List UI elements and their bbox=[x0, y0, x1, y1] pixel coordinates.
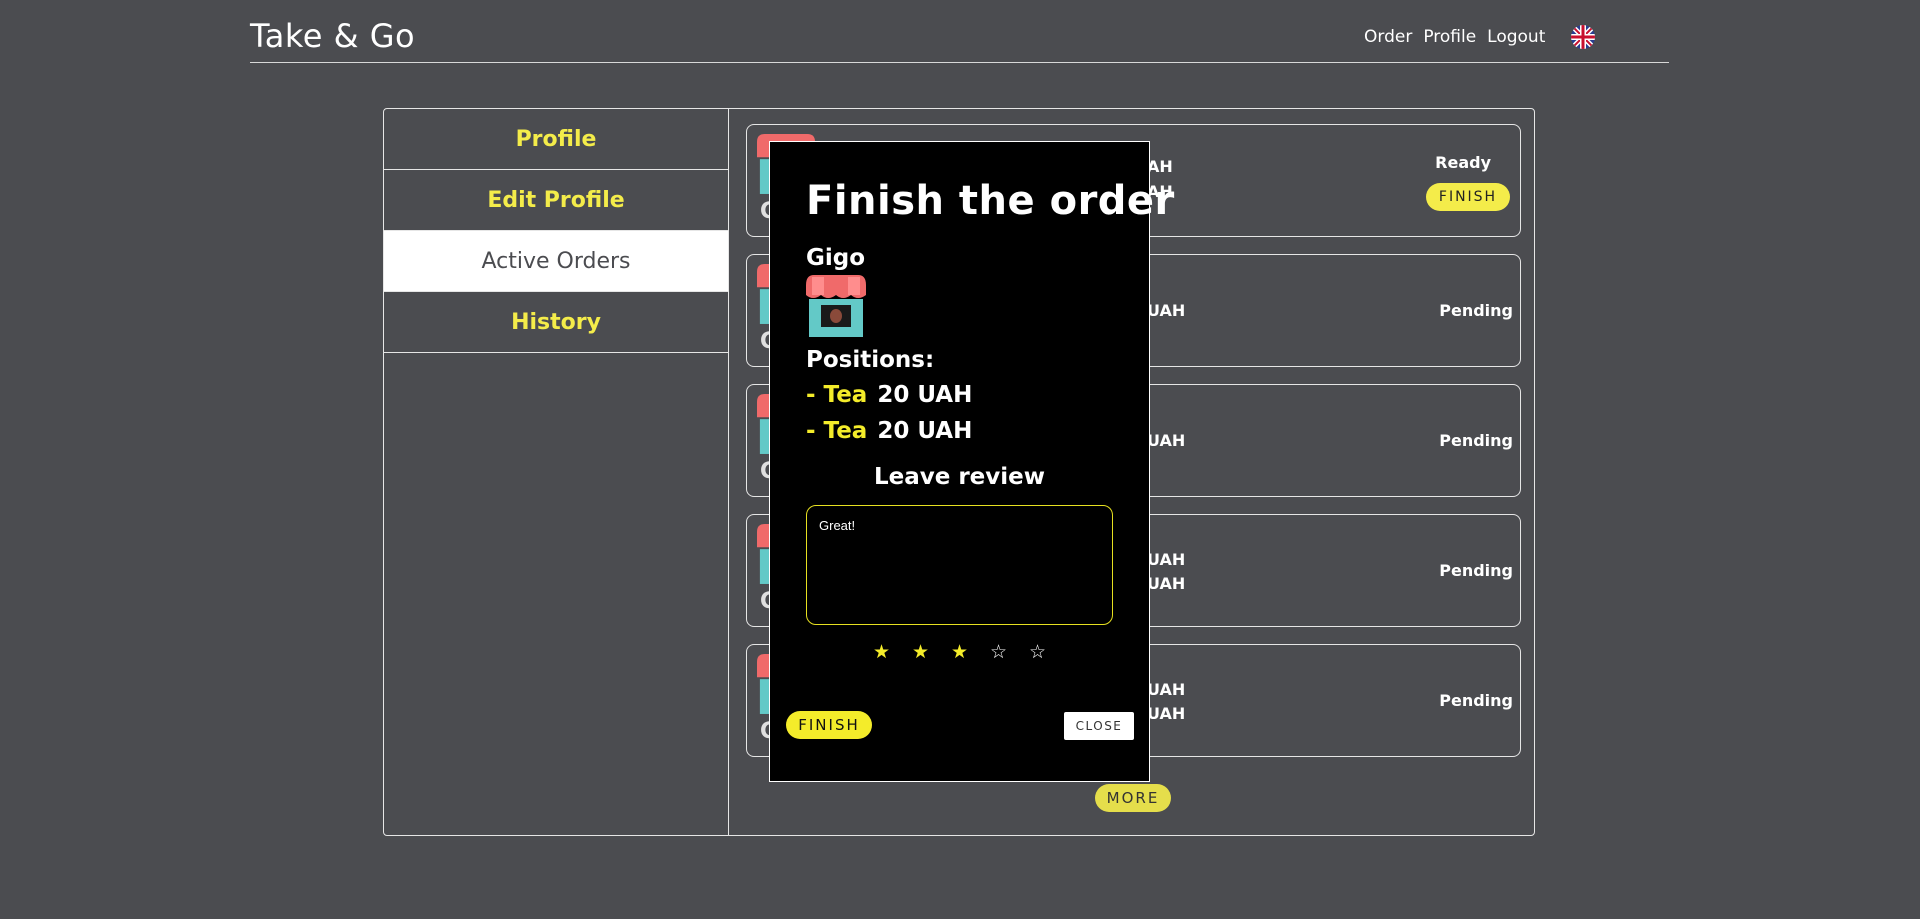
positions-label: Positions: bbox=[806, 347, 935, 373]
order-line-price: UAH bbox=[1147, 574, 1186, 593]
finish-button[interactable]: FINISH bbox=[786, 711, 872, 739]
finish-order-button[interactable]: FINISH bbox=[1426, 183, 1510, 211]
position-item: - Tea 20 UAH bbox=[806, 418, 972, 454]
position-item: - Tea 20 UAH bbox=[806, 382, 972, 418]
positions-list: - Tea 20 UAH - Tea 20 UAH bbox=[806, 382, 972, 454]
position-name: - Tea bbox=[806, 382, 868, 408]
order-status: Pending bbox=[1439, 561, 1513, 580]
uk-flag-icon[interactable] bbox=[1571, 25, 1595, 49]
star-empty-icon[interactable]: ☆ bbox=[989, 641, 1009, 663]
order-line-price: UAH bbox=[1147, 704, 1186, 723]
order-line-price: UAH bbox=[1147, 431, 1186, 450]
position-name: - Tea bbox=[806, 418, 868, 444]
shop-icon bbox=[806, 275, 866, 337]
star-filled-icon[interactable]: ★ bbox=[872, 641, 892, 663]
review-textarea[interactable]: Great! bbox=[806, 505, 1113, 625]
top-nav: Order Profile Logout bbox=[1364, 27, 1545, 47]
position-price: 20 UAH bbox=[877, 382, 973, 408]
sidebar-item-history[interactable]: History bbox=[384, 292, 728, 353]
finish-order-modal: Finish the order Gigo Positions: - Tea 2… bbox=[769, 141, 1174, 782]
star-filled-icon[interactable]: ★ bbox=[911, 641, 931, 663]
modal-title: Finish the order bbox=[806, 178, 1175, 224]
sidebar-item-active-orders[interactable]: Active Orders bbox=[384, 231, 728, 292]
brand-logo[interactable]: Take & Go bbox=[250, 17, 415, 55]
order-line-price: AH bbox=[1147, 157, 1173, 176]
star-filled-icon[interactable]: ★ bbox=[950, 641, 970, 663]
order-line-price: UAH bbox=[1147, 680, 1186, 699]
rating-stars: ★ ★ ★ ☆ ☆ bbox=[770, 641, 1149, 663]
sidebar-item-edit-profile[interactable]: Edit Profile bbox=[384, 170, 728, 231]
nav-logout-link[interactable]: Logout bbox=[1487, 27, 1545, 47]
order-status: Pending bbox=[1439, 691, 1513, 710]
order-status: Pending bbox=[1439, 431, 1513, 450]
order-status: Pending bbox=[1439, 301, 1513, 320]
review-label: Leave review bbox=[873, 464, 1046, 490]
shop-name: Gigo bbox=[806, 245, 866, 271]
nav-order-link[interactable]: Order bbox=[1364, 27, 1412, 47]
close-button[interactable]: CLOSE bbox=[1064, 712, 1134, 740]
more-orders-button[interactable]: MORE bbox=[1095, 784, 1171, 812]
sidebar-item-profile[interactable]: Profile bbox=[384, 109, 728, 170]
position-price: 20 UAH bbox=[877, 418, 973, 444]
order-status: Ready bbox=[1435, 153, 1491, 172]
star-empty-icon[interactable]: ☆ bbox=[1028, 641, 1048, 663]
account-sidebar: Profile Edit Profile Active Orders Histo… bbox=[384, 109, 729, 835]
nav-profile-link[interactable]: Profile bbox=[1423, 27, 1476, 47]
order-line-price: UAH bbox=[1147, 550, 1186, 569]
order-line-price: UAH bbox=[1147, 301, 1186, 320]
